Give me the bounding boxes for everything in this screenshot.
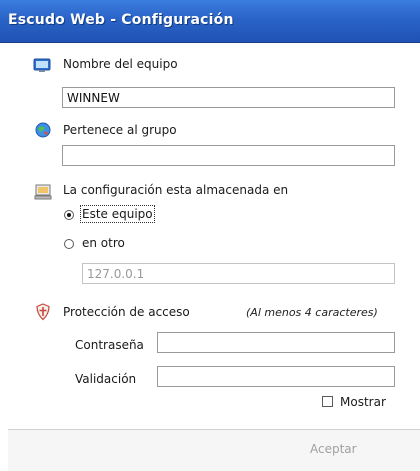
show-password-checkbox[interactable] — [322, 396, 333, 407]
computer-name-label: Nombre del equipo — [63, 57, 178, 71]
show-password-label[interactable]: Mostrar — [340, 395, 386, 409]
computer-name-input[interactable] — [62, 87, 395, 108]
group-label: Pertenece al grupo — [63, 123, 177, 137]
desktop-monitor-icon — [34, 183, 52, 201]
validation-input[interactable] — [157, 366, 395, 387]
radio-other-computer[interactable] — [64, 239, 74, 249]
group-input[interactable] — [62, 145, 395, 166]
password-input[interactable] — [157, 332, 395, 353]
computer-icon — [33, 56, 51, 74]
remote-address-input[interactable] — [82, 263, 395, 284]
password-label: Contraseña — [75, 338, 144, 352]
password-length-hint: (Al menos 4 caracteres) — [246, 306, 378, 319]
validation-label: Validación — [75, 372, 137, 386]
access-protection-label: Protección de acceso — [63, 305, 190, 319]
accept-button[interactable]: Aceptar — [310, 442, 357, 456]
title-bar: Escudo Web - Configuración — [0, 0, 420, 43]
storage-label: La configuración esta almacenada en — [63, 183, 289, 197]
network-globe-icon — [34, 121, 52, 139]
window-title: Escudo Web - Configuración — [8, 12, 234, 28]
radio-other-computer-label[interactable]: en otro — [82, 236, 125, 250]
radio-this-computer[interactable] — [64, 210, 74, 220]
shield-icon — [34, 303, 52, 321]
dialog-footer: Aceptar — [8, 429, 420, 471]
radio-this-computer-label[interactable]: Este equipo — [80, 205, 155, 223]
